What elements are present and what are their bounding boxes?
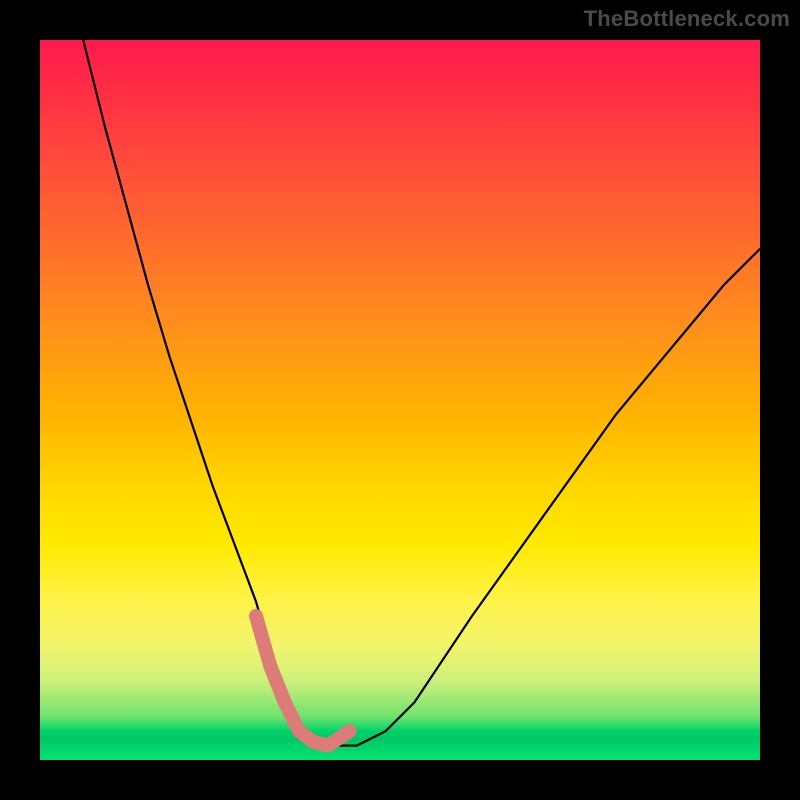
chart-svg <box>40 40 760 760</box>
chart-frame: TheBottleneck.com <box>0 0 800 800</box>
highlight-segment <box>256 616 350 746</box>
bottleneck-curve <box>83 40 760 746</box>
watermark-text: TheBottleneck.com <box>584 6 790 32</box>
